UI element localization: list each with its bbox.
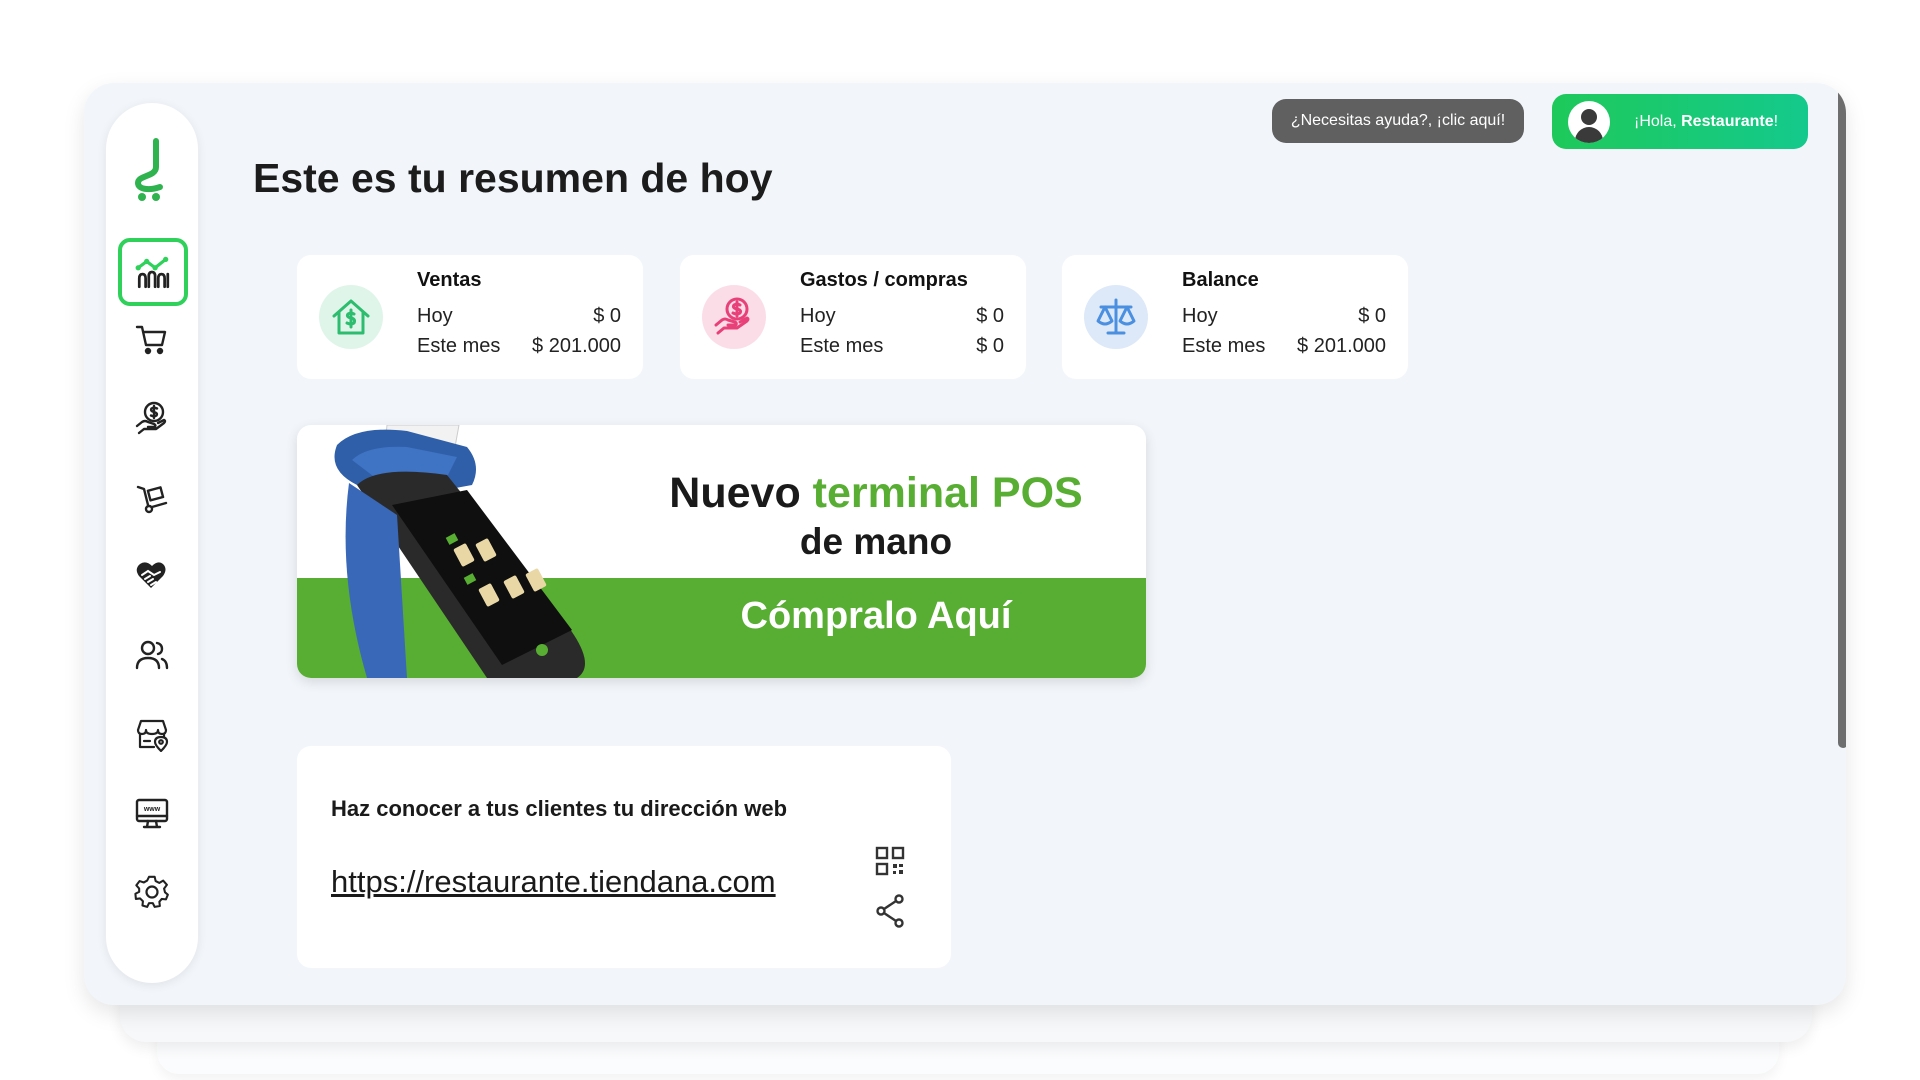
- card-row-today: Hoy $ 0: [800, 305, 1004, 327]
- sidebar-item-dashboard[interactable]: [118, 238, 188, 306]
- website-monitor-icon: www: [135, 798, 169, 829]
- web-card-heading: Haz conocer a tus clientes tu dirección …: [331, 796, 788, 821]
- banner-highlight: terminal POS: [812, 469, 1083, 517]
- user-name: Restaurante: [1681, 112, 1774, 130]
- card-value-today: $ 0: [1358, 305, 1386, 327]
- qr-code-icon[interactable]: [875, 846, 905, 876]
- card-title: Gastos / compras: [800, 269, 968, 291]
- card-value-today: $ 0: [593, 305, 621, 327]
- sidebar-item-partners[interactable]: [128, 552, 176, 600]
- card-row-month: Este mes $ 201.000: [1182, 335, 1386, 357]
- sidebar-item-clients[interactable]: [128, 631, 176, 679]
- store-url-link[interactable]: https://restaurante.tiendana.com: [331, 864, 776, 900]
- money-hand-icon: [135, 401, 167, 435]
- summary-card-expenses[interactable]: Gastos / compras Hoy $ 0 Este mes $ 0: [680, 255, 1026, 379]
- greeting-text: ¡Hola, Restaurante!: [1634, 112, 1779, 130]
- svg-text:www: www: [143, 806, 161, 813]
- sidebar-item-purchases[interactable]: [128, 473, 176, 521]
- card-value-month: $ 201.000: [532, 335, 621, 357]
- card-title: Ventas: [417, 269, 482, 291]
- hand-coin-icon: [702, 285, 766, 349]
- banner-cta[interactable]: Cómpralo Aquí: [661, 595, 1091, 638]
- web-address-card: Haz conocer a tus clientes tu dirección …: [297, 746, 951, 968]
- sidebar-item-sales-cart[interactable]: [128, 315, 176, 363]
- house-dollar-icon: [319, 285, 383, 349]
- banner-headline: Nuevo terminal POS: [669, 469, 1083, 517]
- summary-card-balance[interactable]: Balance Hoy $ 0 Este mes $ 201.000: [1062, 255, 1408, 379]
- card-row-month: Este mes $ 201.000: [417, 335, 621, 357]
- scrollbar[interactable]: [1838, 84, 1846, 748]
- sidebar: www: [106, 103, 198, 983]
- card-row-month: Este mes $ 0: [800, 335, 1004, 357]
- users-icon: [135, 640, 169, 670]
- card-row-today: Hoy $ 0: [1182, 305, 1386, 327]
- pos-device-illustration: [334, 425, 585, 678]
- user-greeting-button[interactable]: ¡Hola, Restaurante!: [1552, 94, 1808, 149]
- sidebar-item-website[interactable]: www: [128, 789, 176, 837]
- page-title: Este es tu resumen de hoy: [253, 155, 773, 201]
- cart-icon: [135, 325, 167, 355]
- tiendana-logo[interactable]: [130, 137, 174, 203]
- card-value-month: $ 0: [976, 335, 1004, 357]
- share-icon[interactable]: [875, 894, 905, 928]
- dashboard-chart-icon: [135, 256, 170, 289]
- summary-card-sales[interactable]: Ventas Hoy $ 0 Este mes $ 201.000: [297, 255, 643, 379]
- sidebar-item-store[interactable]: [128, 710, 176, 758]
- card-value-month: $ 201.000: [1297, 335, 1386, 357]
- scale-icon: [1084, 285, 1148, 349]
- hand-truck-icon: [136, 485, 168, 514]
- sidebar-item-expenses[interactable]: [128, 394, 176, 442]
- pos-terminal-banner[interactable]: Nuevo terminal POS de mano Cómpralo Aquí: [297, 425, 1146, 678]
- card-value-today: $ 0: [976, 305, 1004, 327]
- settings-gear-icon: [134, 875, 169, 908]
- card-title: Balance: [1182, 269, 1259, 291]
- store-location-icon: [136, 719, 169, 752]
- banner-subheadline: de mano: [799, 521, 953, 562]
- avatar: [1568, 100, 1610, 143]
- handshake-icon: [136, 562, 166, 588]
- card-row-today: Hoy $ 0: [417, 305, 621, 327]
- help-button[interactable]: ¿Necesitas ayuda?, ¡clic aquí!: [1272, 99, 1524, 143]
- app-window: www ¿Necesitas ayuda?, ¡clic aquí! ¡Hola…: [84, 83, 1846, 1005]
- sidebar-item-settings[interactable]: [128, 868, 176, 916]
